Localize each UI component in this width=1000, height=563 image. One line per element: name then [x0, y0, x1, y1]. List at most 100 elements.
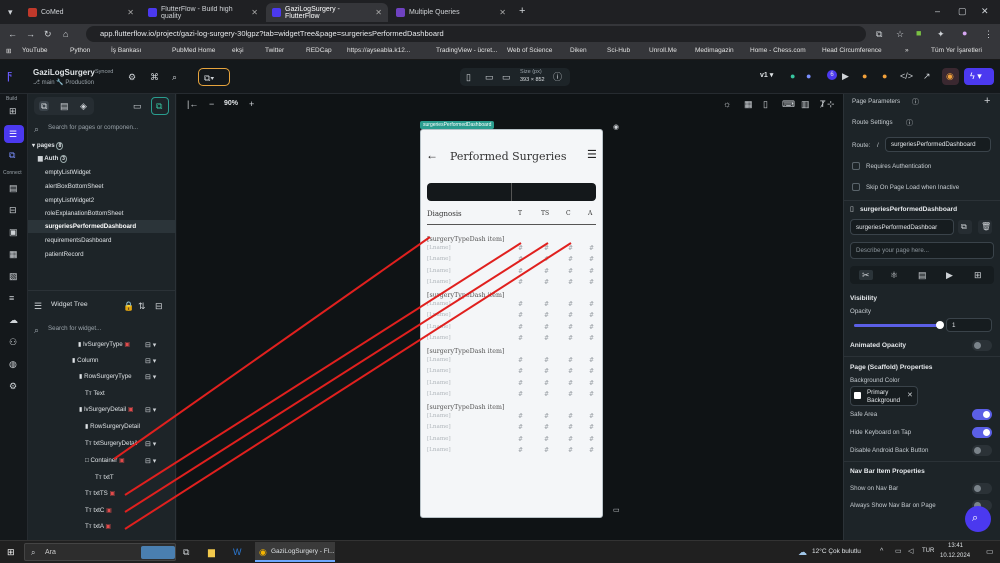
opacity-slider-thumb[interactable] — [936, 321, 944, 329]
widget-selector-button[interactable]: ⧉▾ — [198, 68, 230, 86]
bookmark-item[interactable]: Sci-Hub — [607, 47, 630, 54]
page-item[interactable]: alertBoxBottomSheet — [45, 183, 103, 190]
opacity-slider-track[interactable] — [854, 321, 944, 329]
api-icon[interactable]: ⊟ — [9, 205, 17, 215]
clock-time[interactable]: 13:41 — [948, 543, 963, 549]
notification-badge[interactable]: 6 — [827, 70, 837, 80]
lock-icon[interactable]: 🔒 — [123, 301, 134, 311]
tab-flutterflow[interactable]: FlutterFlow - Build high quality ✕ — [142, 3, 264, 22]
page-item[interactable]: emptyListWidget2 — [45, 197, 94, 204]
phone-preview[interactable]: ← Performed Surgeries ☰ Diagnosis T TS C… — [420, 129, 603, 518]
extension-icon[interactable]: ■ — [916, 28, 921, 38]
project-name[interactable]: GaziLogSurgery — [33, 68, 95, 77]
collapse-left-icon[interactable]: |← — [187, 99, 198, 109]
actions-tab-icon[interactable]: ⚛ — [890, 270, 898, 280]
tablet-icon[interactable]: ▭ — [485, 72, 494, 82]
code-icon[interactable]: </> — [900, 71, 913, 81]
bookmark-item[interactable]: Diken — [570, 47, 587, 54]
shortcuts-icon[interactable]: ⌘ — [150, 72, 159, 82]
version-selector[interactable]: v1 ▾ — [760, 71, 773, 79]
components-mode-icon[interactable]: ▤ — [60, 101, 69, 111]
backend-query-tab-icon[interactable]: ▤ — [918, 270, 927, 280]
volume-icon[interactable]: ◁ — [908, 547, 913, 557]
weather-text[interactable]: 12°C Çok bulutlu — [812, 548, 861, 555]
tab-gazilogsurgery[interactable]: GaziLogSurgery - FlutterFlow ✕ — [266, 3, 388, 22]
add-widget-icon[interactable]: ⊞ — [9, 106, 17, 116]
windows-start-icon[interactable]: ⊞ — [7, 547, 15, 557]
open-external-icon[interactable]: ↗ — [923, 71, 931, 81]
layout-icon[interactable]: ▥ — [801, 99, 810, 109]
tab-comed[interactable]: CoMed ✕ — [22, 3, 140, 22]
info-icon[interactable]: ⓘ — [912, 98, 919, 108]
agents-icon[interactable]: ⚇ — [9, 337, 17, 347]
grid-icon[interactable]: ▦ — [744, 99, 753, 109]
preview-button[interactable]: ◉ — [942, 68, 959, 85]
tray-chevron-icon[interactable]: ^ — [880, 547, 883, 557]
tab-multiple-queries[interactable]: Multiple Queries ✕ — [390, 3, 512, 22]
close-icon[interactable]: ✕ — [127, 8, 134, 17]
flows-mode-icon[interactable]: ◈ — [80, 101, 87, 111]
search-icon[interactable]: ⌕ — [172, 72, 177, 82]
add-page-button[interactable]: ⧉ — [151, 97, 169, 115]
animations-tab-icon[interactable]: ▶ — [946, 270, 953, 280]
bookmark-item[interactable]: https://ayseabla.k12... — [347, 47, 410, 54]
page-item[interactable]: requirementsDashboard — [45, 237, 111, 244]
show-tags-icon[interactable]: ◉ — [613, 123, 619, 133]
bookmark-item[interactable]: Home - Chess.com — [750, 47, 806, 54]
node-options-icon[interactable]: ⊟ ▾ — [145, 341, 156, 351]
copy-button[interactable]: ⧉ — [958, 220, 972, 234]
help-chat-button[interactable]: ⌕ — [965, 506, 991, 532]
ai-tab-icon[interactable]: ⊞ — [974, 270, 982, 280]
tree-node-lvsurgerytype[interactable]: ▮ lvSurgeryType ▣ — [78, 341, 130, 348]
bookmark-item[interactable]: Unroll.Me — [649, 47, 677, 54]
menu-kebab-icon[interactable]: ⋮ — [984, 29, 993, 39]
apps-icon[interactable]: ⊞ — [6, 47, 11, 55]
firestore-icon[interactable]: ▣ — [9, 227, 18, 237]
back-arrow-icon[interactable]: ← — [426, 149, 438, 161]
theme-icon[interactable]: ◍ — [9, 359, 17, 369]
url-input[interactable]: app.flutterflow.io/project/gazi-log-surg… — [86, 26, 866, 42]
taskbar-chrome-app[interactable]: ◉ GaziLogSurgery - Fl... — [255, 542, 335, 562]
app-values-icon[interactable]: ▦ — [9, 249, 18, 259]
clear-color-icon[interactable]: ✕ — [907, 391, 913, 401]
page-item[interactable]: roleExplanationBottomSheet — [45, 210, 123, 217]
opacity-input[interactable]: 1 — [946, 318, 992, 332]
show-nav-toggle[interactable] — [972, 483, 992, 494]
tree-node-text[interactable]: Tт Text — [85, 390, 105, 397]
theme-toggle-icon[interactable]: ☼ — [723, 99, 731, 109]
bookmark-item[interactable]: Tüm Yer İşaretleri — [931, 47, 982, 54]
zoom-out-icon[interactable]: − — [209, 99, 214, 109]
pages-folder[interactable]: ▾ pages 8 — [32, 142, 64, 150]
bookmark-item[interactable]: Medimagazin — [695, 47, 734, 54]
add-parameter-icon[interactable]: + — [984, 96, 990, 107]
page-item[interactable]: emptyListWidget — [45, 169, 91, 176]
notifications-icon[interactable]: ▭ — [986, 547, 994, 557]
home-icon[interactable]: ⌂ — [63, 29, 68, 39]
bookmark-item[interactable]: YouTube — [22, 47, 48, 54]
settings-gear-icon[interactable]: ⚙ — [128, 72, 136, 82]
bookmark-item[interactable]: ekşi — [232, 47, 244, 54]
safe-area-toggle[interactable] — [972, 409, 992, 420]
select-icon[interactable]: ⊹ — [827, 99, 835, 109]
tree-node-txtc[interactable]: Tт txtC ▣ — [85, 507, 112, 514]
settings-icon[interactable]: ⚙ — [9, 381, 17, 391]
install-icon[interactable]: ⧉ — [876, 29, 882, 39]
text-scale-icon[interactable]: Ⱦ — [820, 99, 826, 109]
tree-node-txtt[interactable]: Tт txtT — [95, 474, 114, 481]
page-name-input[interactable]: surgeriesPerformedDashboar — [850, 219, 954, 235]
close-icon[interactable]: ✕ — [251, 8, 258, 17]
tree-node-rowsurgerytype[interactable]: ▮ RowSurgeryType — [79, 373, 132, 380]
tree-node-lvsurgerydetail[interactable]: ▮ lvSurgeryDetail ▣ — [79, 406, 134, 413]
close-icon[interactable]: ✕ — [499, 8, 506, 17]
tree-node-txtsurgerydetail[interactable]: Tт txtSurgeryDetail — [85, 440, 137, 447]
bookmark-item[interactable]: İş Bankası — [111, 47, 141, 54]
bug-icon[interactable]: ● — [862, 71, 867, 81]
zoom-in-icon[interactable]: + — [249, 99, 254, 109]
extensions-puzzle-icon[interactable]: ✦ — [937, 29, 945, 39]
clock-date[interactable]: 10.12.2024 — [940, 553, 970, 559]
bookmark-item[interactable]: Python — [70, 47, 90, 54]
tab-bar[interactable] — [427, 183, 596, 201]
taskbar-search-box[interactable]: ⌕ Ara — [24, 543, 176, 561]
run-icon[interactable]: ▶ — [842, 71, 849, 81]
bookmark-star-icon[interactable]: ☆ — [896, 29, 904, 39]
